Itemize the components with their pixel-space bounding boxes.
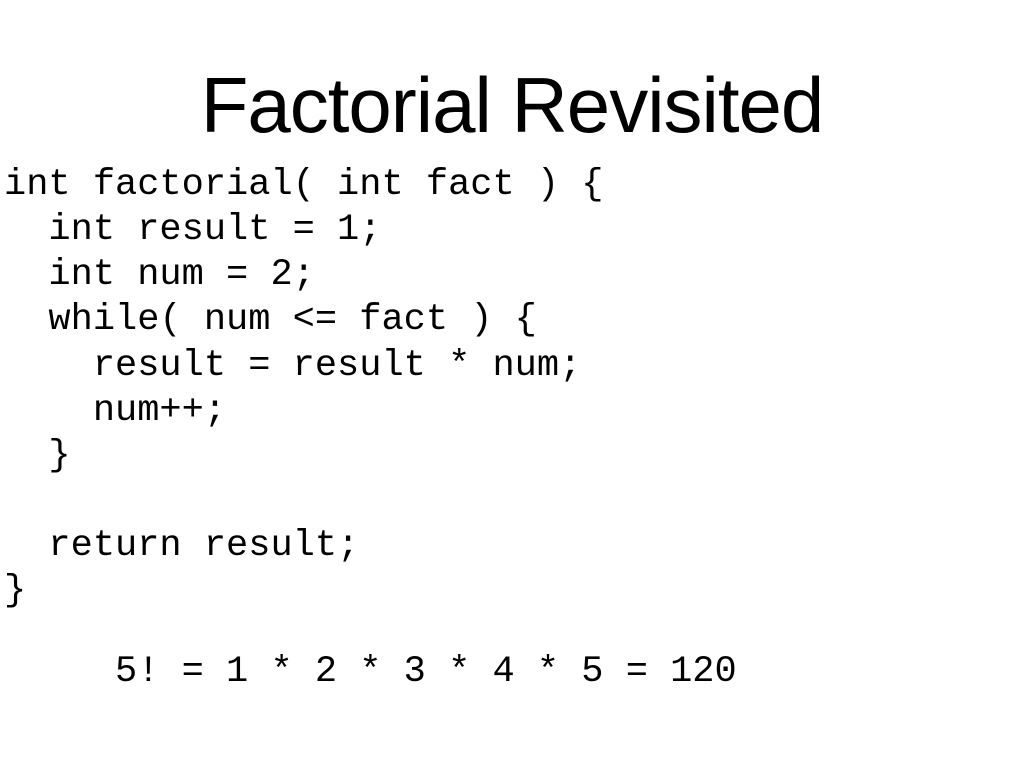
slide-title: Factorial Revisited xyxy=(0,60,1024,151)
slide-container: Factorial Revisited int factorial( int f… xyxy=(0,0,1024,768)
code-block: int factorial( int fact ) { int result =… xyxy=(0,163,1024,614)
example-line: 5! = 1 * 2 * 3 * 4 * 5 = 120 xyxy=(0,650,1024,695)
